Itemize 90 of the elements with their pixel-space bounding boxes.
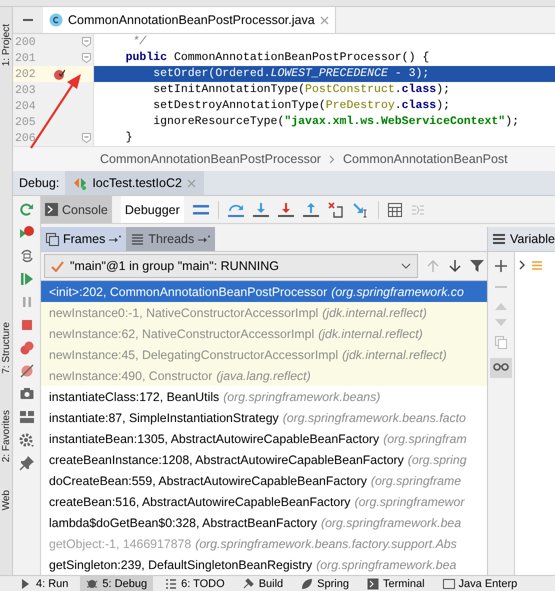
panel-tab[interactable]: Frames — [41, 227, 126, 251]
code-line: ignoreResourceType("javax.xml.ws.WebServiceContext"); — [152, 114, 520, 130]
view-tab[interactable]: Debugger — [120, 196, 184, 223]
stack-frame[interactable]: getSingleton:239, DefaultSingletonBeanRegistry (org.springframework.bea — [41, 554, 487, 575]
tool-window-tab[interactable]: 2: Favorites — [0, 406, 12, 466]
bug-icon — [86, 578, 98, 590]
tool-window-button[interactable]: Build — [236, 576, 290, 591]
stack-frame[interactable]: instantiateClass:172, BeanUtils (org.springframework.beans) — [41, 386, 487, 407]
play-badge-icon[interactable] — [18, 225, 34, 241]
tool-window-tab[interactable]: Web — [0, 487, 12, 514]
pin-arrow-icon — [198, 235, 210, 243]
breadcrumb[interactable]: CommonAnnotationBeanPost — [342, 152, 508, 166]
console-icon — [45, 203, 58, 216]
arrow-down-icon[interactable] — [448, 259, 462, 273]
stack-frame[interactable]: createBean:516, AbstractAutowireCapableBeanFactory (org.springframewor — [41, 491, 487, 512]
view-tab[interactable]: Console — [41, 196, 112, 223]
tool-window-button[interactable]: 4: Run — [14, 576, 74, 591]
session-tab-title: IocTest.testIoC2 — [92, 176, 182, 190]
list-lines-icon — [493, 233, 505, 245]
step-into-icon[interactable] — [252, 202, 269, 218]
code-line: setDestroyAnnotationType(PreDestroy.class); — [152, 98, 451, 114]
tool-window-button[interactable]: Terminal — [360, 576, 431, 591]
line-number: 203 — [14, 84, 37, 96]
line-number: 205 — [14, 116, 37, 128]
line-number: 200 — [14, 36, 37, 48]
sync-icon[interactable] — [18, 248, 34, 264]
filter-icon[interactable] — [470, 259, 484, 273]
hammer-icon — [242, 578, 255, 590]
list-lines-icon[interactable] — [192, 202, 209, 216]
run-to-cursor-icon[interactable] — [352, 202, 369, 218]
code-line: setInitAnnotationType(PostConstruct.class); — [152, 82, 451, 98]
force-step-into-icon[interactable] — [278, 202, 294, 218]
step-out-icon[interactable] — [302, 202, 319, 218]
debug-label: Debug: — [19, 176, 60, 190]
breakpoints-icon[interactable] — [18, 340, 34, 356]
line-number: 201 — [14, 52, 37, 64]
tool-window-button[interactable]: Java Enterp — [436, 576, 524, 591]
fold-marker-icon[interactable] — [82, 37, 90, 47]
tool-window-button[interactable]: 6: TODO — [159, 576, 231, 591]
stack-frame[interactable]: <init>:202, CommonAnnotationBeanPostProcessor (org.springframework.co — [41, 281, 487, 302]
terminal-icon — [366, 578, 379, 590]
breadcrumb[interactable]: CommonAnnotationBeanPostProcessor — [100, 152, 321, 166]
stack-frame[interactable]: instantiate:87, SimpleInstantiationStrategy (org.springframework.beans.facto — [41, 407, 487, 428]
tool-window-tab[interactable]: 1: Project — [0, 21, 12, 70]
camera-icon[interactable] — [18, 386, 34, 402]
resume-icon[interactable] — [18, 271, 34, 287]
variables-title: Variable — [510, 232, 555, 246]
chevron-right-icon — [328, 154, 335, 164]
editor-tab[interactable]: CommonAnnotationBeanPostProcessor.java — [43, 7, 336, 33]
threads-icon — [131, 232, 144, 246]
layout-icon[interactable] — [18, 409, 34, 425]
debug-session-icon — [73, 176, 88, 190]
session-tab[interactable]: IocTest.testIoC2 — [65, 171, 204, 195]
code-line: */ — [132, 34, 148, 50]
leaf-icon — [301, 578, 314, 590]
rerun-icon[interactable] — [18, 202, 34, 218]
tool-window-tab[interactable]: 7: Structure — [0, 319, 12, 377]
pin-arrow-icon — [109, 235, 122, 243]
settings-icon[interactable] — [18, 432, 34, 448]
line-number: 204 — [14, 100, 37, 112]
code-line: public CommonAnnotationBeanPostProcessor() { — [124, 50, 430, 66]
code-line: } — [124, 130, 134, 146]
editor-tab-title: CommonAnnotationBeanPostProcessor.java — [68, 13, 315, 27]
breakpoint-icon[interactable] — [53, 68, 65, 80]
close-icon[interactable] — [320, 16, 329, 24]
stack-frame[interactable]: instantiateBean:1305, AbstractAutowireCapableBeanFactory (org.springfram — [41, 428, 487, 449]
window-icon — [442, 578, 455, 590]
check-icon — [51, 260, 64, 272]
stack-frame[interactable]: createBeanInstance:1208, AbstractAutowireCapableBeanFactory (org.spring — [41, 449, 487, 470]
field-list-icon — [532, 260, 542, 271]
stack-frame[interactable]: doCreateBean:559, AbstractAutowireCapableBeanFactory (org.springframe — [41, 470, 487, 491]
tool-window-button[interactable]: Spring — [295, 576, 355, 591]
thread-dropdown[interactable]: "main"@1 in group "main": RUNNING — [44, 254, 418, 278]
chevron-down-icon — [401, 263, 411, 269]
add-icon[interactable] — [495, 260, 507, 272]
mute-breakpoints-icon[interactable] — [18, 363, 34, 379]
stack-frame[interactable]: lambda$doGetBean$0:328, AbstractBeanFactory (org.springframework.bea — [41, 512, 487, 533]
fold-marker-icon[interactable] — [82, 53, 90, 63]
pin-icon[interactable] — [18, 455, 34, 471]
line-number: 206 — [14, 132, 37, 144]
todo-list-icon — [165, 578, 178, 590]
class-file-icon — [49, 13, 63, 27]
frames-icon — [46, 232, 59, 246]
calculator-icon[interactable] — [388, 202, 402, 216]
glasses-icon[interactable] — [493, 362, 509, 372]
line-number: 202 — [14, 68, 37, 80]
fold-marker-icon[interactable] — [82, 133, 90, 143]
panel-tab[interactable]: Threads — [126, 227, 216, 251]
drop-frame-icon[interactable] — [328, 202, 344, 218]
tool-window-button[interactable]: 5: Debug — [80, 576, 154, 591]
